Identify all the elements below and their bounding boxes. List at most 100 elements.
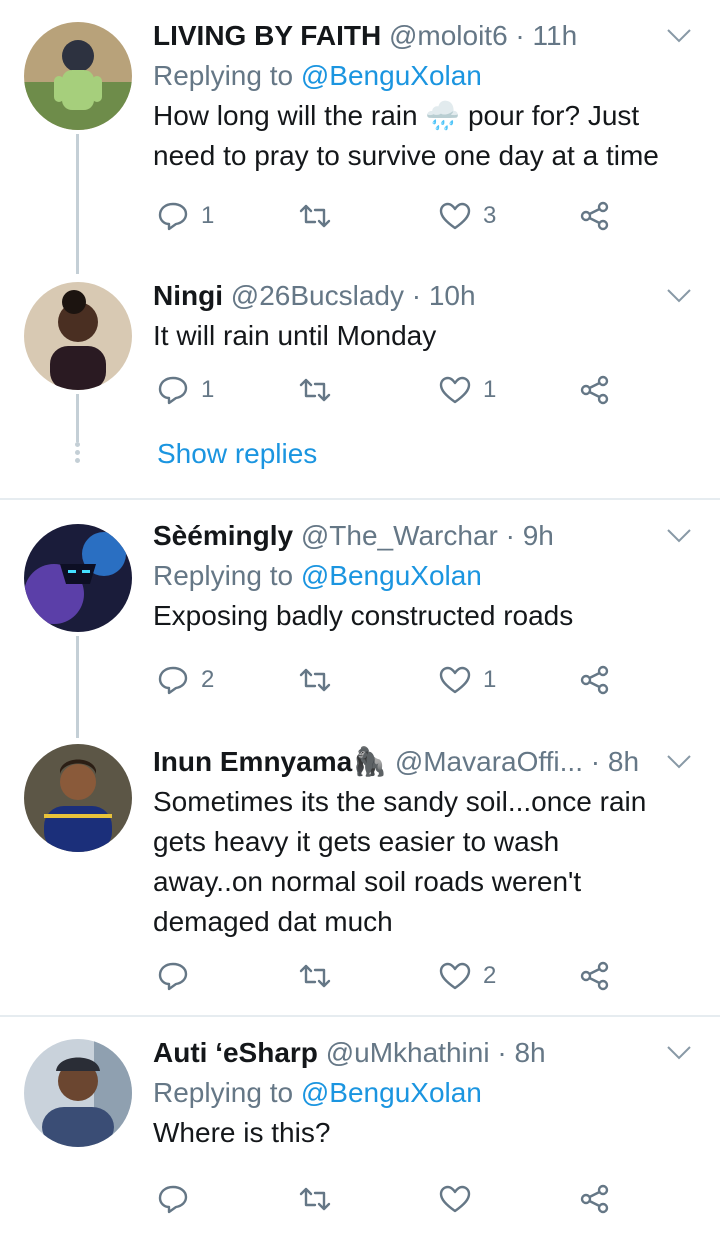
reply-icon (158, 666, 188, 695)
tweet-text: It will rain until Monday (153, 316, 664, 356)
avatar[interactable] (24, 524, 132, 632)
mention-link[interactable]: @BenguXolan (301, 1077, 482, 1108)
chevron-down-icon[interactable] (666, 1045, 692, 1061)
timestamp[interactable]: 9h (523, 520, 554, 551)
tweet-text-line: away..on normal soil roads weren't (153, 866, 582, 897)
replying-to: Replying to @BenguXolan (153, 1075, 664, 1111)
retweet-icon (299, 964, 331, 988)
user-handle[interactable]: @uMkhathini (326, 1037, 490, 1068)
chevron-down-icon[interactable] (666, 754, 692, 770)
mention-link[interactable]: @BenguXolan (301, 60, 482, 91)
reply-count: 2 (201, 666, 215, 693)
replying-to-label: Replying to (153, 60, 294, 91)
replying-to: Replying to @BenguXolan (153, 558, 664, 594)
separator-dot: · (497, 1037, 507, 1068)
like-button[interactable]: 2 (439, 956, 496, 996)
display-name[interactable]: LIVING BY FAITH (153, 20, 381, 51)
share-icon (580, 201, 609, 231)
tweet[interactable]: Inun Emnyama🦍 @MavaraOffi... · 8h Someti… (0, 730, 720, 1016)
share-icon (580, 665, 609, 695)
thread-line (76, 394, 79, 442)
reply-button[interactable] (157, 956, 201, 996)
like-count: 1 (483, 666, 497, 693)
tweet-header: Ningi @26Bucslady · 10h (153, 278, 664, 314)
like-button[interactable] (439, 1179, 483, 1219)
timestamp[interactable]: 8h (514, 1037, 545, 1068)
tweet-text: Where is this? (153, 1113, 664, 1153)
share-button[interactable] (579, 660, 611, 700)
avatar[interactable] (24, 282, 132, 390)
user-handle[interactable]: @moloit6 (389, 20, 508, 51)
user-handle[interactable]: @26Bucslady (231, 280, 404, 311)
like-icon (439, 666, 471, 694)
tweet[interactable]: Sèémingly @The_Warchar · 9h Replying to … (0, 500, 720, 738)
show-replies-link[interactable]: Show replies (157, 438, 317, 470)
share-button[interactable] (579, 370, 611, 410)
tweet-text-line: Sometimes its the sandy soil...once rain (153, 786, 647, 817)
avatar[interactable] (24, 744, 132, 852)
chevron-down-icon[interactable] (666, 28, 692, 44)
mention-link[interactable]: @BenguXolan (301, 560, 482, 591)
retweet-button[interactable] (299, 1179, 343, 1219)
timestamp[interactable]: 10h (429, 280, 476, 311)
thread-line (76, 636, 79, 738)
share-icon (580, 375, 609, 405)
like-icon (439, 1185, 471, 1213)
share-button[interactable] (579, 956, 611, 996)
reply-icon (158, 962, 188, 991)
tweet-text-line: need to pray to survive one day at a tim… (153, 140, 659, 171)
share-button[interactable] (579, 1179, 611, 1219)
like-button[interactable]: 1 (439, 660, 496, 700)
share-icon (580, 1184, 609, 1214)
share-button[interactable] (579, 196, 611, 236)
chevron-down-icon[interactable] (666, 528, 692, 544)
tweet-text: How long will the rain 🌧️ pour for? Just… (153, 96, 664, 176)
tweet-text-line: It will rain until Monday (153, 320, 437, 351)
reply-count: 1 (201, 202, 215, 229)
like-count: 2 (483, 962, 497, 989)
retweet-button[interactable] (299, 370, 343, 410)
display-name[interactable]: Auti ‘eSharp (153, 1037, 318, 1068)
tweet[interactable]: LIVING BY FAITH @moloit6 · 11h Replying … (0, 0, 720, 274)
avatar[interactable] (24, 22, 132, 130)
thread-dots (74, 442, 82, 466)
avatar[interactable] (24, 1039, 132, 1147)
like-button[interactable]: 3 (439, 196, 496, 236)
separator-dot: · (515, 20, 525, 51)
retweet-button[interactable] (299, 660, 343, 700)
thread-line (76, 134, 79, 274)
display-name[interactable]: Ningi (153, 280, 223, 311)
display-name[interactable]: Sèémingly (153, 520, 293, 551)
tweet[interactable]: Ningi @26Bucslady · 10h It will rain unt… (0, 270, 720, 500)
separator-dot: · (505, 520, 515, 551)
reply-icon (158, 1185, 188, 1214)
tweet[interactable]: Auti ‘eSharp @uMkhathini · 8h Replying t… (0, 1017, 720, 1236)
retweet-icon (299, 378, 331, 402)
display-name[interactable]: Inun Emnyama🦍 (153, 746, 387, 777)
user-handle[interactable]: @The_Warchar (301, 520, 498, 551)
user-handle[interactable]: @MavaraOffi... (395, 746, 583, 777)
replying-to: Replying to @BenguXolan (153, 58, 664, 94)
replying-to-label: Replying to (153, 1077, 294, 1108)
timestamp[interactable]: 8h (608, 746, 639, 777)
share-icon (580, 961, 609, 991)
retweet-button[interactable] (299, 956, 343, 996)
tweet-header: Inun Emnyama🦍 @MavaraOffi... · 8h (153, 744, 664, 780)
chevron-down-icon[interactable] (666, 288, 692, 304)
reply-button[interactable] (157, 1179, 201, 1219)
replying-to-label: Replying to (153, 560, 294, 591)
reply-button[interactable]: 1 (157, 196, 214, 236)
tweet-text: Sometimes its the sandy soil...once rain… (153, 782, 664, 942)
like-icon (439, 962, 471, 990)
tweet-text-line: How long will the rain 🌧️ pour for? Just (153, 100, 640, 131)
tweet-text-line: Where is this? (153, 1117, 331, 1148)
like-count: 1 (483, 376, 497, 403)
reply-button[interactable]: 2 (157, 660, 214, 700)
tweet-text: Exposing badly constructed roads (153, 596, 664, 636)
retweet-button[interactable] (299, 196, 343, 236)
like-button[interactable]: 1 (439, 370, 496, 410)
reply-button[interactable]: 1 (157, 370, 214, 410)
timestamp[interactable]: 11h (533, 20, 578, 51)
reply-icon (158, 376, 188, 405)
tweet-header: Sèémingly @The_Warchar · 9h (153, 518, 664, 554)
